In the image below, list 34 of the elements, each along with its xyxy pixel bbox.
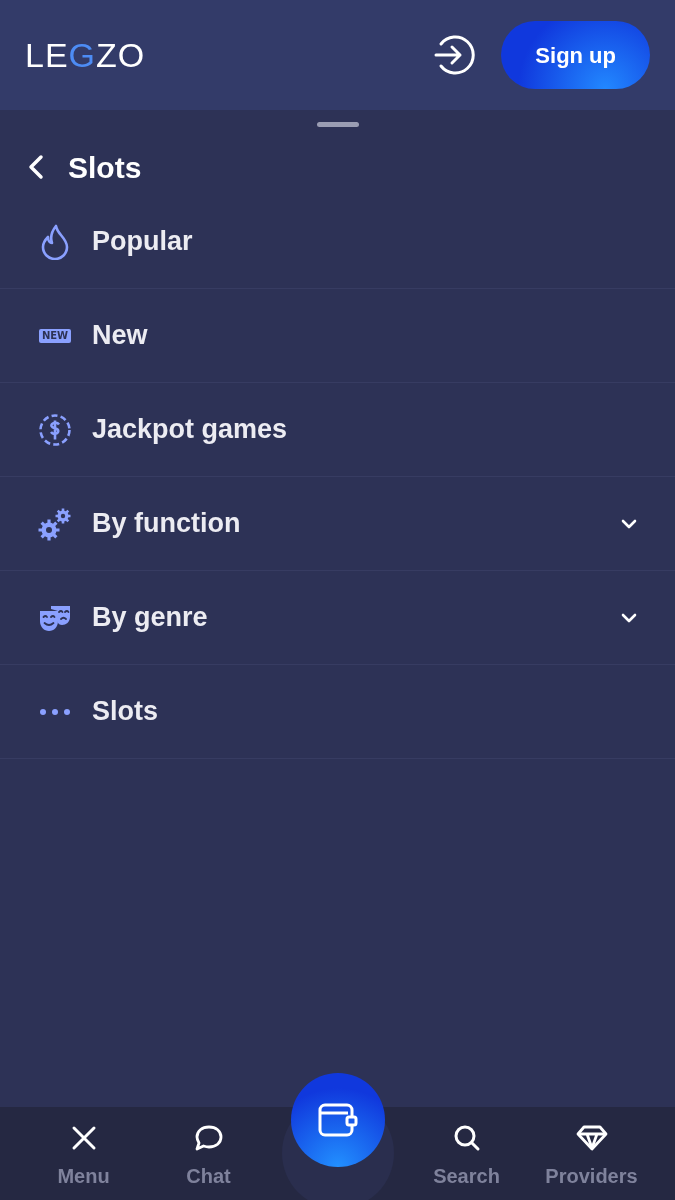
menu-item[interactable]: Jackpot games xyxy=(0,383,675,477)
flame-icon xyxy=(40,223,70,260)
nav-tab[interactable]: Menu xyxy=(21,1121,146,1191)
wallet-icon xyxy=(317,1102,359,1138)
chevron-down-icon[interactable] xyxy=(621,518,637,529)
logo[interactable]: LEGZO xyxy=(25,29,146,81)
search-icon xyxy=(452,1124,481,1152)
menu-item-label: By genre xyxy=(92,601,209,635)
sign-up-button[interactable]: Sign up xyxy=(501,21,650,89)
menu-item[interactable]: NEW New xyxy=(0,289,675,383)
login-icon[interactable] xyxy=(433,34,476,76)
menu-item[interactable]: Slots xyxy=(0,665,675,759)
gears-icon xyxy=(38,506,72,541)
dollar-coin-icon xyxy=(38,412,72,447)
new-badge-icon: NEW xyxy=(38,328,72,343)
chat-bubble-icon xyxy=(193,1124,224,1152)
nav-tab[interactable]: Providers xyxy=(529,1121,654,1191)
menu-item-label: By function xyxy=(92,507,242,541)
nav-tab[interactable]: Search xyxy=(404,1121,529,1191)
menu-item-label: Jackpot games xyxy=(92,413,289,447)
menu-item-label: New xyxy=(92,319,149,353)
menu-item[interactable]: By function xyxy=(0,477,675,571)
close-icon xyxy=(70,1125,97,1151)
diamond-icon xyxy=(575,1125,608,1151)
menu-item-label: Popular xyxy=(92,225,194,259)
more-icon xyxy=(40,708,70,715)
back-icon[interactable] xyxy=(28,154,44,180)
menu-item[interactable]: By genre xyxy=(0,571,675,665)
nav-tab[interactable]: Chat xyxy=(146,1121,271,1191)
drag-handle[interactable] xyxy=(316,122,359,127)
menu-item-label: Slots xyxy=(92,695,159,729)
panel-title: Slots xyxy=(68,149,142,186)
chevron-down-icon[interactable] xyxy=(621,612,637,623)
menu-item[interactable]: Popular xyxy=(0,195,675,289)
